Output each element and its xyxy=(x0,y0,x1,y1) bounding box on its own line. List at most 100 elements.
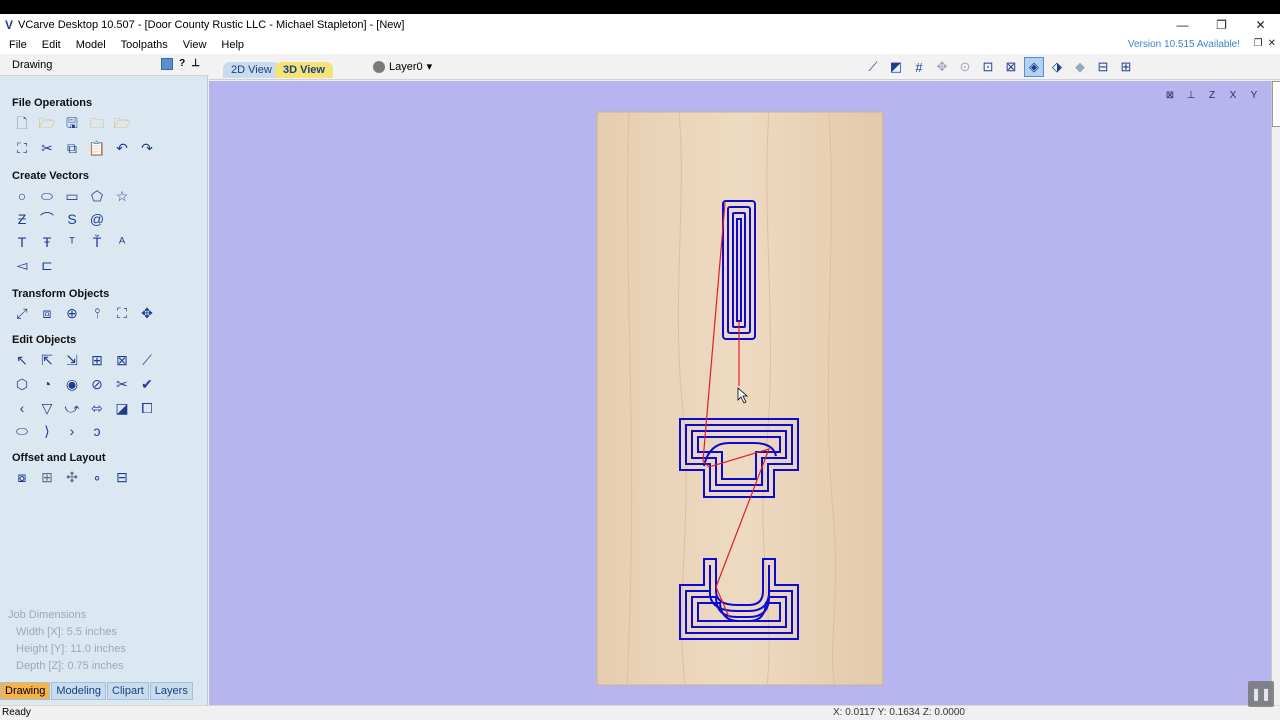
menu-view[interactable]: View xyxy=(174,39,213,51)
scissors-icon[interactable]: ✂ xyxy=(112,374,132,394)
circular-copy-icon[interactable]: ✣ xyxy=(62,467,82,487)
material-setup-icon[interactable]: ◩ xyxy=(886,57,906,77)
redo-icon[interactable]: ↷ xyxy=(137,138,157,158)
nest-icon[interactable]: ⬭ xyxy=(12,421,32,441)
paste-icon[interactable]: 📋 xyxy=(87,138,107,158)
help-icon[interactable]: ? xyxy=(179,58,185,70)
mdi-restore-icon[interactable]: ❐ xyxy=(1254,38,1263,49)
select-icon[interactable]: ↖ xyxy=(12,350,32,370)
polygon-icon[interactable]: ⬠ xyxy=(87,186,107,206)
guides-icon[interactable]: ⊏ xyxy=(37,255,57,275)
3d-viewport[interactable]: ⊠ ⊥ Z X Y xyxy=(209,81,1271,705)
transform-select-icon[interactable]: ⇲ xyxy=(62,350,82,370)
menu-help[interactable]: Help xyxy=(212,39,250,51)
text-on-curve-icon[interactable]: ᵀ xyxy=(62,232,82,252)
undo-icon[interactable]: ↶ xyxy=(112,138,132,158)
rectangle-icon[interactable]: ▭ xyxy=(62,186,82,206)
fillet-icon[interactable]: ‹ xyxy=(12,398,32,418)
circle-icon[interactable]: ○ xyxy=(12,186,32,206)
scale-icon[interactable]: ⧈ xyxy=(37,303,57,323)
tab-out-icon[interactable]: › xyxy=(62,421,82,441)
toolpaths-panel-tab[interactable] xyxy=(1272,81,1280,127)
node-edit-icon[interactable]: ⇱ xyxy=(37,350,57,370)
tab-2d-view[interactable]: 2D View xyxy=(223,62,280,78)
mdi-close-icon[interactable]: ✕ xyxy=(1268,38,1276,49)
menu-file[interactable]: File xyxy=(0,39,33,51)
copy-icon[interactable]: ⧉ xyxy=(62,138,82,158)
tab-modeling[interactable]: Modeling xyxy=(51,682,106,700)
array-copy-icon[interactable]: ⊞ xyxy=(37,467,57,487)
pin-icon[interactable]: ⊥ xyxy=(191,58,200,70)
top-view-icon[interactable]: ⊥ xyxy=(1182,87,1200,103)
intersect-icon[interactable]: ◉ xyxy=(62,374,82,394)
import-icon[interactable]: 🗁 xyxy=(112,115,132,135)
iso-view-icon[interactable]: ⊠ xyxy=(1161,87,1179,103)
pause-button[interactable]: ❚❚ xyxy=(1248,681,1274,707)
copy-along-icon[interactable]: ∘ xyxy=(87,467,107,487)
distort-icon[interactable]: ⛶ xyxy=(112,303,132,323)
close-button[interactable]: ✕ xyxy=(1241,14,1280,36)
ellipse-icon[interactable]: ⬭ xyxy=(37,186,57,206)
menu-edit[interactable]: Edit xyxy=(33,39,67,51)
center-icon[interactable]: ✥ xyxy=(137,303,157,323)
dogbone-icon[interactable]: ▽ xyxy=(37,398,57,418)
tab-drawing[interactable]: Drawing xyxy=(0,682,51,700)
pan-icon[interactable]: ✥ xyxy=(932,57,952,77)
mirror-icon[interactable]: ⫯ xyxy=(87,303,107,323)
x-view-icon[interactable]: X xyxy=(1224,87,1242,103)
z-view-icon[interactable]: Z xyxy=(1203,87,1221,103)
draw-tool-icon[interactable]: ⟋ xyxy=(863,57,883,77)
layout-icon[interactable]: ⊞ xyxy=(1116,57,1136,77)
move-icon[interactable]: ⤢ xyxy=(12,303,32,323)
tab-layers[interactable]: Layers xyxy=(149,682,193,700)
dock-icon[interactable] xyxy=(161,58,174,70)
autolayout-text-icon[interactable]: Ŧ xyxy=(37,232,57,252)
spiral-icon[interactable]: @ xyxy=(87,209,107,229)
tab-clipart[interactable]: Clipart xyxy=(107,682,149,700)
close-vector-icon[interactable]: ↄ xyxy=(87,421,107,441)
restore-button[interactable]: ❐ xyxy=(1202,14,1241,36)
offset-vector-icon[interactable]: ⬄ xyxy=(87,398,107,418)
subtract-icon[interactable]: ◔ xyxy=(37,374,57,394)
y-view-icon[interactable]: Y xyxy=(1245,87,1263,103)
star-icon[interactable]: ☆ xyxy=(112,186,132,206)
toolpath-preview-icon[interactable]: ◈ xyxy=(1024,57,1044,77)
nest-parts-icon[interactable]: ⊟ xyxy=(112,467,132,487)
arc-icon[interactable]: ⌒ xyxy=(37,209,57,229)
weld-icon[interactable]: ⬡ xyxy=(12,374,32,394)
cut-icon[interactable]: ✂ xyxy=(37,138,57,158)
text-icon[interactable]: T xyxy=(12,232,32,252)
polyline-icon[interactable]: Ƶ xyxy=(12,209,32,229)
version-available-link[interactable]: Version 10.515 Available! xyxy=(1128,39,1240,50)
text-arc-icon[interactable]: ᴬ xyxy=(112,232,132,252)
layer-dropdown[interactable]: Layer0 ▾ xyxy=(373,60,432,73)
render-icon[interactable]: ◆ xyxy=(1070,57,1090,77)
save-file-icon[interactable]: 🖫 xyxy=(62,115,82,135)
zoom-icon[interactable]: ⊙ xyxy=(955,57,975,77)
zoom-extents-icon[interactable]: ⊡ xyxy=(978,57,998,77)
bend-text-icon[interactable]: Ť xyxy=(87,232,107,252)
job-setup-icon[interactable]: ⛶ xyxy=(12,138,32,158)
vector-texture-icon[interactable]: ⧠ xyxy=(137,398,157,418)
show-toolpaths-icon[interactable]: ⬗ xyxy=(1047,57,1067,77)
measure-icon[interactable]: ◪ xyxy=(112,398,132,418)
save-as-icon[interactable]: 🗀 xyxy=(87,115,107,135)
join-icon[interactable]: ✔ xyxy=(137,374,157,394)
dimension-icon[interactable]: ◅ xyxy=(12,255,32,275)
group-icon[interactable]: ⊞ xyxy=(87,350,107,370)
tab-3d-view[interactable]: 3D View xyxy=(275,62,333,78)
tab-in-icon[interactable]: ⟩ xyxy=(37,421,57,441)
extend-icon[interactable]: ⤻ xyxy=(62,398,82,418)
trim-icon[interactable]: ⊘ xyxy=(87,374,107,394)
split-view-icon[interactable]: ⊟ xyxy=(1093,57,1113,77)
ungroup-icon[interactable]: ⊠ xyxy=(112,350,132,370)
smart-snap-icon[interactable]: ⟋ xyxy=(137,350,157,370)
menu-model[interactable]: Model xyxy=(67,39,112,51)
grid-icon[interactable]: # xyxy=(909,57,929,77)
new-file-icon[interactable]: 🗋 xyxy=(12,115,32,135)
offset-icon[interactable]: ⧇ xyxy=(12,467,32,487)
align-icon[interactable]: ⊕ xyxy=(62,303,82,323)
menu-toolpaths[interactable]: Toolpaths xyxy=(112,39,174,51)
curve-icon[interactable]: S xyxy=(62,209,82,229)
minimize-button[interactable]: — xyxy=(1163,14,1202,36)
